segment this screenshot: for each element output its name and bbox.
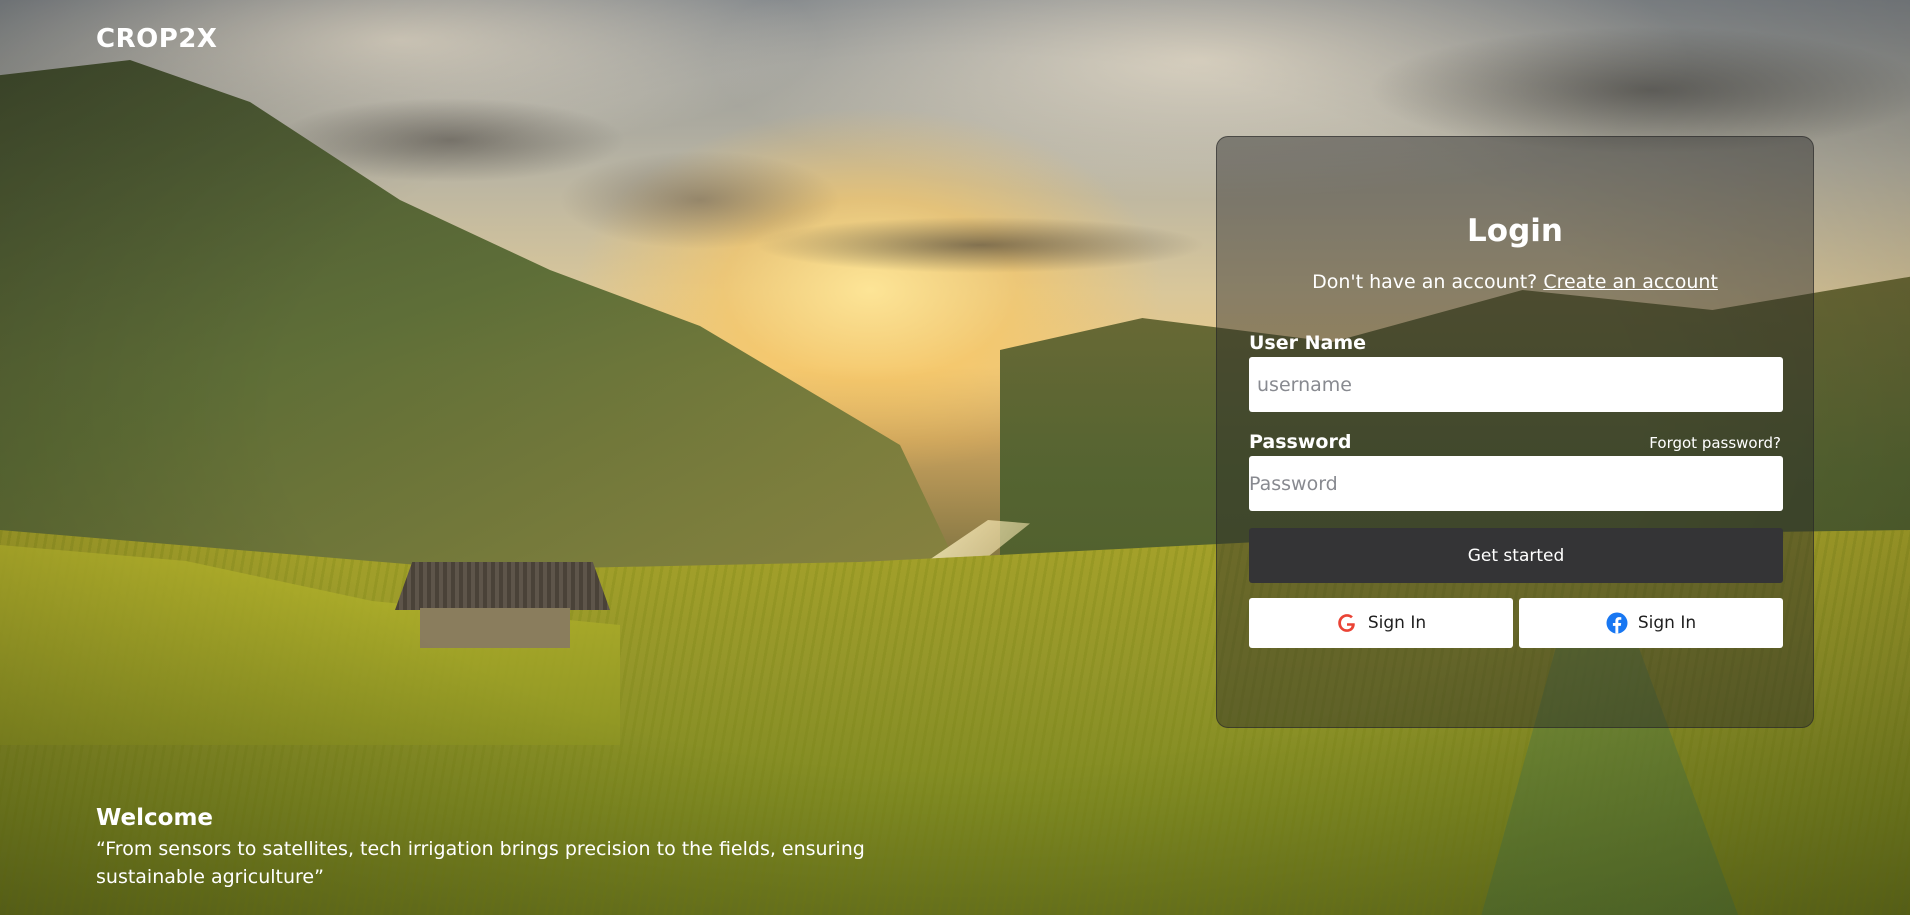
no-account-text: Don't have an account? (1312, 271, 1538, 293)
signup-prompt: Don't have an account? Create an account (1217, 271, 1813, 293)
google-logo-icon (1336, 612, 1358, 634)
facebook-signin-label: Sign In (1637, 613, 1697, 633)
password-label: Password (1249, 431, 1352, 453)
background-hut (395, 562, 610, 657)
facebook-logo-icon (1606, 612, 1628, 634)
username-label: User Name (1249, 332, 1367, 354)
welcome-section: Welcome “From sensors to satellites, tec… (96, 805, 996, 891)
google-signin-button[interactable]: Sign In (1249, 598, 1513, 648)
hut-body (420, 608, 570, 648)
hut-roof (395, 562, 610, 610)
welcome-title: Welcome (96, 805, 214, 831)
password-input[interactable] (1249, 456, 1783, 511)
brand-logo[interactable]: CROP2X (96, 24, 217, 54)
username-input[interactable] (1249, 357, 1783, 412)
login-page: CROP2X Welcome “From sensors to satellit… (0, 0, 1910, 915)
welcome-quote: “From sensors to satellites, tech irriga… (96, 838, 865, 888)
get-started-button[interactable]: Get started (1249, 528, 1783, 583)
facebook-signin-button[interactable]: Sign In (1519, 598, 1783, 648)
login-card: Login Don't have an account? Create an a… (1216, 136, 1814, 728)
google-signin-label: Sign In (1367, 613, 1427, 633)
login-title: Login (1467, 213, 1563, 249)
forgot-password-link[interactable]: Forgot password? (1649, 434, 1781, 452)
create-account-link[interactable]: Create an account (1543, 271, 1718, 293)
